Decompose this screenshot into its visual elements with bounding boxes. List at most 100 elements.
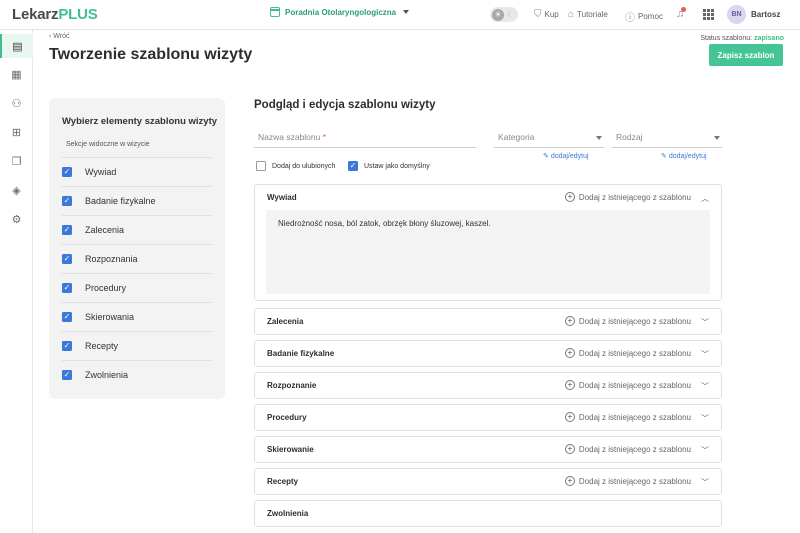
templates-nav-icon[interactable]: ▤	[0, 34, 33, 58]
section-card-header[interactable]: Rozpoznanie + Dodaj z istniejącego z szab…	[255, 373, 721, 398]
section-card-header[interactable]: Zwolnienia	[255, 501, 721, 526]
section-card-procedury: Procedury + Dodaj z istniejącego z szablo…	[254, 404, 722, 431]
plus-circle-icon: +	[564, 192, 575, 202]
type-add-edit-link[interactable]: ✎ dodaj/edytuj	[661, 152, 707, 160]
section-card-recepty: Recepty + Dodaj z istniejącego z szablonu…	[254, 468, 722, 495]
layers-nav-icon[interactable]: ◈	[0, 178, 33, 202]
favorites-option[interactable]: Dodaj do ulubionych	[256, 161, 335, 171]
section-item-procedury[interactable]: ✓ Procedury	[62, 273, 212, 302]
section-item-wywiad[interactable]: ✓ Wywiad	[62, 157, 212, 186]
patients-nav-icon[interactable]: ⚇	[0, 91, 33, 115]
section-card-zwolnienia: Zwolnienia	[254, 500, 722, 527]
checkbox-checked[interactable]: ✓	[62, 283, 72, 293]
section-card-header[interactable]: Wywiad + Dodaj z istniejącego z szablonu …	[255, 185, 721, 210]
section-card-badanie-fizykalne: Badanie fizykalne + Dodaj z istniejącego …	[254, 340, 722, 367]
template-name-input[interactable]: Nazwa szablonu *	[254, 132, 476, 148]
moon-icon: ☾	[507, 10, 515, 19]
section-list: ✓ Wywiad ✓ Badanie fizykalne ✓ Zalecenia ✓ R…	[62, 157, 212, 389]
status-value: zapisano	[754, 35, 784, 42]
sun-icon: ☀	[492, 8, 504, 21]
category-add-edit-link[interactable]: ✎ dodaj/edytuj	[543, 152, 589, 160]
section-card-zalecenia: Zalecenia + Dodaj z istniejącego z szablo…	[254, 308, 722, 335]
chevron-down-icon	[596, 136, 602, 140]
top-bar: LekarzPLUS Poradnia Otolaryngologiczna ☀…	[0, 0, 800, 30]
panel-subtitle: Sekcje widoczne w wizycie	[66, 141, 150, 148]
section-item-zalecenia[interactable]: ✓ Zalecenia	[62, 215, 212, 244]
section-card-header[interactable]: Skierowanie + Dodaj z istniejącego z szab…	[255, 437, 721, 462]
save-template-button[interactable]: Zapisz szablon	[709, 44, 783, 66]
checkbox-checked[interactable]: ✓	[62, 225, 72, 235]
checkbox-checked[interactable]: ✓	[62, 312, 72, 322]
default-option[interactable]: ✓ Ustaw jako domyślny	[348, 161, 430, 171]
plus-circle-icon: +	[564, 316, 575, 326]
section-card-skierowanie: Skierowanie + Dodaj z istniejącego z szab…	[254, 436, 722, 463]
avatar[interactable]: BN	[727, 5, 746, 24]
section-item-recepty[interactable]: ✓ Recepty	[62, 331, 212, 360]
checkbox-checked[interactable]: ✓	[62, 254, 72, 264]
chevron-down-icon[interactable]: ﹀	[701, 445, 709, 456]
section-item-skierowania[interactable]: ✓ Skierowania	[62, 302, 212, 331]
graduation-cap-icon: ⌂	[568, 9, 575, 20]
section-item-zwolnienia[interactable]: ✓ Zwolnienia	[62, 360, 212, 389]
calendar-nav-icon[interactable]: ▦	[0, 62, 33, 86]
checkbox-checked[interactable]: ✓	[62, 370, 72, 380]
user-name[interactable]: Bartosz	[751, 10, 780, 19]
page-title: Tworzenie szablonu wizyty	[49, 46, 253, 63]
app-logo[interactable]: LekarzPLUS	[12, 6, 98, 23]
back-link[interactable]: ‹ Wróć	[49, 33, 70, 40]
plus-circle-icon: +	[564, 348, 575, 358]
chevron-down-icon[interactable]: ﹀	[701, 381, 709, 392]
clinic-name: Poradnia Otolaryngologiczna	[285, 7, 397, 17]
checkbox-checked[interactable]: ✓	[62, 196, 72, 206]
add-from-template-button[interactable]: + Dodaj z istniejącego z szablonu	[564, 412, 691, 422]
chevron-down-icon	[403, 10, 410, 14]
section-card-rozpoznanie: Rozpoznanie + Dodaj z istniejącego z szab…	[254, 372, 722, 399]
chevron-down-icon[interactable]: ﹀	[701, 477, 709, 488]
chevron-down-icon	[714, 136, 720, 140]
medical-kit-nav-icon[interactable]: ⊞	[0, 120, 33, 144]
chevron-down-icon[interactable]: ﹀	[701, 317, 709, 328]
left-rail: ▤ ▦ ⚇ ⊞ ❐ ◈ ⚙	[0, 30, 33, 533]
section-item-rozpoznania[interactable]: ✓ Rozpoznania	[62, 244, 212, 273]
checkbox-checked[interactable]: ✓	[62, 341, 72, 351]
favorites-checkbox[interactable]	[256, 161, 266, 171]
section-card-header[interactable]: Recepty + Dodaj z istniejącego z szablonu…	[255, 469, 721, 494]
add-from-template-button[interactable]: + Dodaj z istniejącego z szablonu	[564, 348, 691, 358]
help-link[interactable]: ⓘ Pomoc	[625, 9, 663, 24]
checkbox-checked[interactable]: ✓	[62, 167, 72, 177]
theme-toggle[interactable]: ☀ ☾	[490, 7, 518, 22]
type-select[interactable]: Rodzaj	[612, 132, 722, 148]
notification-bell-icon[interactable]: ♫	[676, 7, 687, 20]
preview-title: Podgląd i edycja szablonu wizyty	[254, 99, 436, 111]
buy-link[interactable]: ⛉ Kup	[534, 9, 559, 20]
add-from-template-button[interactable]: + Dodaj z istniejącego z szablonu	[564, 380, 691, 390]
chevron-down-icon[interactable]: ﹀	[701, 349, 709, 360]
section-item-badanie-fizykalne[interactable]: ✓ Badanie fizykalne	[62, 186, 212, 215]
add-from-template-button[interactable]: + Dodaj z istniejącego z szablonu	[564, 444, 691, 454]
chevron-down-icon[interactable]: ﹀	[701, 413, 709, 424]
notification-dot	[681, 7, 687, 12]
add-from-template-button[interactable]: + Dodaj z istniejącego z szablonu	[564, 192, 691, 202]
category-select[interactable]: Kategoria	[494, 132, 604, 148]
documents-nav-icon[interactable]: ❐	[0, 149, 33, 173]
add-from-template-button[interactable]: + Dodaj z istniejącego z szablonu	[564, 476, 691, 486]
add-from-template-button[interactable]: + Dodaj z istniejącego z szablonu	[564, 316, 691, 326]
section-card-header[interactable]: Zalecenia + Dodaj z istniejącego z szablo…	[255, 309, 721, 334]
sections-panel: Wybierz elementy szablonu wizyty Sekcje …	[49, 98, 225, 399]
section-card-header[interactable]: Procedury + Dodaj z istniejącego z szablo…	[255, 405, 721, 430]
help-icon: ⓘ	[625, 13, 635, 24]
calendar-icon	[270, 7, 280, 17]
plus-circle-icon: +	[564, 476, 575, 486]
template-status: Status szablonu: zapisano	[700, 35, 784, 42]
section-card-wywiad: Wywiad + Dodaj z istniejącego z szablonu …	[254, 184, 722, 301]
clinic-selector[interactable]: Poradnia Otolaryngologiczna	[270, 7, 410, 17]
basket-icon: ⛉	[534, 9, 542, 20]
wywiad-textarea[interactable]: Niedrożność nosa, ból zatok, obrzęk błon…	[266, 210, 710, 294]
apps-grid-icon[interactable]	[703, 9, 714, 20]
chevron-up-icon[interactable]: ︿	[701, 193, 709, 204]
section-card-header[interactable]: Badanie fizykalne + Dodaj z istniejącego …	[255, 341, 721, 366]
tutorials-link[interactable]: ⌂ Tutoriale	[568, 9, 608, 20]
plus-circle-icon: +	[564, 380, 575, 390]
default-checkbox[interactable]: ✓	[348, 161, 358, 171]
settings-nav-icon[interactable]: ⚙	[0, 207, 33, 231]
